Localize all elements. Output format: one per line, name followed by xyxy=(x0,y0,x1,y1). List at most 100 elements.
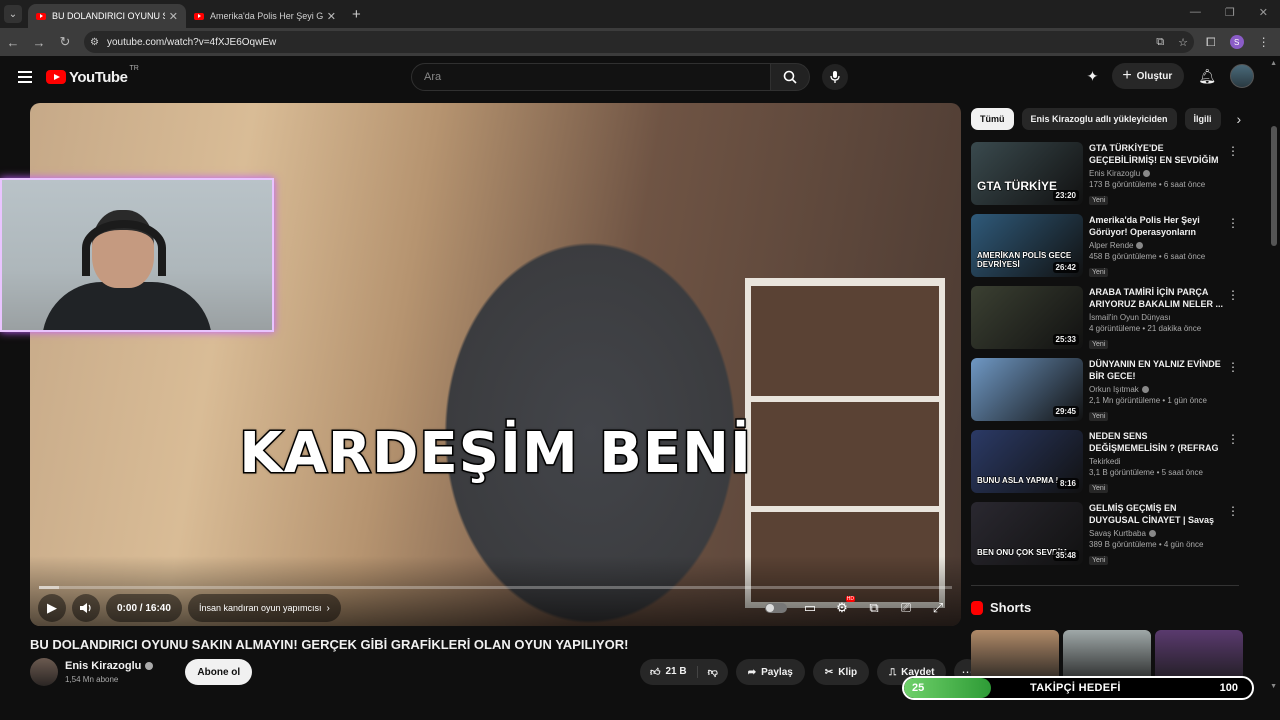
share-button[interactable]: ➦ Paylaş xyxy=(735,659,805,685)
clip-button[interactable]: ✂ Klip xyxy=(812,659,870,685)
chevron-right-icon[interactable]: › xyxy=(1237,111,1242,127)
recommendation-title[interactable]: GELMİŞ GEÇMİŞ EN DUYGUSAL CİNAYET | Sava… xyxy=(1089,502,1225,526)
subtitles-icon[interactable]: ▭ xyxy=(801,600,819,616)
clip-label: Klip xyxy=(838,666,858,678)
new-tab-button[interactable]: + xyxy=(352,6,361,23)
channel-name-text: Enis Kirazoglu xyxy=(65,660,142,672)
chevron-right-icon: › xyxy=(326,602,330,614)
scrollbar-thumb[interactable] xyxy=(1271,126,1277,246)
plus-icon: + xyxy=(1122,67,1132,84)
recommendation-channel[interactable]: Tekirkedi xyxy=(1089,457,1225,466)
search-button[interactable] xyxy=(770,63,810,91)
more-options-icon[interactable]: ⋮ xyxy=(1227,144,1239,158)
verified-check-icon xyxy=(1148,530,1156,537)
dislike-button[interactable]: 👎︎ xyxy=(698,666,728,678)
search-icon xyxy=(783,70,797,84)
chip-from-uploader[interactable]: Enis Kirazoglu adlı yükleyiciden xyxy=(1021,108,1177,130)
recommendation-item[interactable]: 25:33 ARABA TAMİRİ İÇİN PARÇA ARIYORUZ BA… xyxy=(971,286,1241,358)
recommendation-item[interactable]: GTA TÜRKİYE 23:20 GTA TÜRKİYE'DE GEÇEBİLİR… xyxy=(971,142,1241,214)
progress-bar[interactable] xyxy=(39,586,952,589)
more-options-icon[interactable]: ⋮ xyxy=(1227,432,1239,446)
channel-avatar[interactable] xyxy=(30,658,58,686)
browser-tab-2[interactable]: Amerika'da Polis Her Şeyi Görüyor! Opera… xyxy=(186,4,344,28)
scroll-up-icon[interactable]: ▲ xyxy=(1270,60,1277,67)
create-button[interactable]: + Oluştur xyxy=(1112,63,1185,89)
recommendation-channel[interactable]: Savaş Kurtbaba xyxy=(1089,529,1225,538)
back-icon[interactable]: ← xyxy=(0,35,26,50)
recommendation-channel[interactable]: İsmail'in Oyun Dünyası xyxy=(1089,313,1225,322)
forward-icon[interactable]: → xyxy=(26,35,52,50)
view-count-and-age: 4 görüntüleme • 21 dakika önce xyxy=(1089,324,1202,333)
notifications-bell-icon[interactable]: 🔔︎ xyxy=(1198,68,1216,85)
site-info-icon[interactable]: ⚙ xyxy=(90,37,99,48)
play-button[interactable]: ▶ xyxy=(38,594,66,622)
youtube-logo[interactable]: YouTube TR xyxy=(46,65,139,86)
recommendation-item[interactable]: BEN ONU ÇOK SEVDİM 35:48 GELMİŞ GEÇMİŞ EN … xyxy=(971,502,1241,574)
tab-search-button[interactable]: ⌄ xyxy=(4,5,22,23)
recommendation-title[interactable]: Amerika'da Polis Her Şeyi Görüyor! Opera… xyxy=(1089,214,1225,238)
cast-icon[interactable]: ⎚ xyxy=(897,600,915,616)
url-field[interactable]: ⚙ youtube.com/watch?v=4fXJE6OqwEw ⧉ ☆ xyxy=(84,31,1194,53)
user-avatar[interactable] xyxy=(1230,64,1254,88)
channel-name[interactable]: Enis Kirazoglu xyxy=(65,660,154,672)
recommendation-title[interactable]: ARABA TAMİRİ İÇİN PARÇA ARIYORUZ BAKALIM… xyxy=(1089,286,1225,310)
volume-button[interactable] xyxy=(72,594,100,622)
new-badge: Yeni xyxy=(1089,412,1109,421)
window-controls: — ❐ ✕ xyxy=(1190,6,1268,19)
verified-check-icon xyxy=(1136,242,1144,249)
premium-icon[interactable]: ✦ xyxy=(1087,68,1099,85)
recommendation-channel[interactable]: Alper Rende xyxy=(1089,241,1225,250)
close-window-icon[interactable]: ✕ xyxy=(1259,6,1268,19)
subscribe-button[interactable]: Abone ol xyxy=(185,659,253,685)
recommendation-item[interactable]: 29:45 DÜNYANIN EN YALNIZ EVİNDE BİR GECE!… xyxy=(971,358,1241,430)
extensions-icon[interactable]: ⧠ xyxy=(1206,35,1216,50)
miniplayer-icon[interactable]: ⧉ xyxy=(865,600,883,616)
bookmark-star-icon[interactable]: ☆ xyxy=(1178,36,1188,49)
fullscreen-icon[interactable]: ⤢ xyxy=(929,600,947,616)
video-thumbnail[interactable]: AMERİKAN POLİS GECE DEVRİYESİ 26:42 xyxy=(971,214,1083,277)
recommendation-channel[interactable]: Orkun Işıtmak xyxy=(1089,385,1225,394)
thumbnail-text: GTA TÜRKİYE xyxy=(977,179,1058,194)
reload-icon[interactable]: ↻ xyxy=(52,34,78,50)
video-thumbnail[interactable]: BEN ONU ÇOK SEVDİM 35:48 xyxy=(971,502,1083,565)
recommendation-channel[interactable]: Enis Kirazoglu xyxy=(1089,169,1225,178)
like-button[interactable]: 👍︎ 21 B xyxy=(640,666,698,678)
video-thumbnail[interactable]: 25:33 xyxy=(971,286,1083,349)
hamburger-menu-icon[interactable] xyxy=(18,71,32,83)
page-scrollbar[interactable]: ▲ ▼ xyxy=(1268,56,1280,720)
browser-tab-1[interactable]: BU DOLANDIRICI OYUNU SAKIN ALMAYIN! ✕ xyxy=(28,4,186,28)
browser-menu-icon[interactable]: ⋮ xyxy=(1258,35,1270,49)
recommendation-title[interactable]: DÜNYANIN EN YALNIZ EVİNDE BİR GECE! xyxy=(1089,358,1225,382)
volume-icon xyxy=(80,603,91,613)
close-tab-icon[interactable]: ✕ xyxy=(169,10,178,23)
chip-related[interactable]: İlgili xyxy=(1184,108,1221,130)
autoplay-toggle[interactable] xyxy=(765,603,787,613)
more-options-icon[interactable]: ⋮ xyxy=(1227,216,1239,230)
video-thumbnail[interactable]: BUNU ASLA YAPMA ! 8:16 xyxy=(971,430,1083,493)
search-input[interactable]: Ara xyxy=(411,63,771,91)
close-tab-icon[interactable]: ✕ xyxy=(327,10,336,23)
profile-avatar[interactable]: S xyxy=(1229,35,1244,49)
voice-search-button[interactable] xyxy=(822,64,848,90)
recommendation-item[interactable]: AMERİKAN POLİS GECE DEVRİYESİ 26:42 Amerik… xyxy=(971,214,1241,286)
channel-name-text: Orkun Işıtmak xyxy=(1089,385,1139,394)
recommendation-title[interactable]: GTA TÜRKİYE'DE GEÇEBİLİRMİŞ! EN SEVDİĞİM… xyxy=(1089,142,1225,166)
maximize-icon[interactable]: ❐ xyxy=(1225,6,1235,19)
video-thumbnail[interactable]: GTA TÜRKİYE 23:20 xyxy=(971,142,1083,205)
scroll-down-icon[interactable]: ▼ xyxy=(1270,683,1277,690)
video-thumbnail[interactable]: 29:45 xyxy=(971,358,1083,421)
channel-name-text: Enis Kirazoglu xyxy=(1089,169,1141,178)
install-app-icon[interactable]: ⧉ xyxy=(1156,36,1164,49)
more-options-icon[interactable]: ⋮ xyxy=(1227,504,1239,518)
more-options-icon[interactable]: ⋮ xyxy=(1227,288,1239,302)
bookmark-icon: ⎍ xyxy=(889,666,897,678)
more-options-icon[interactable]: ⋮ xyxy=(1227,360,1239,374)
recommendation-item[interactable]: BUNU ASLA YAPMA ! 8:16 NEDEN SENS DEĞİŞMEM… xyxy=(971,430,1241,502)
chip-all[interactable]: Tümü xyxy=(971,108,1014,130)
share-icon: ➦ xyxy=(747,666,757,678)
chapter-button[interactable]: İnsan kandıran oyun yapımcısı › xyxy=(187,594,341,622)
minimize-icon[interactable]: — xyxy=(1190,6,1201,19)
settings-gear-icon[interactable]: ⚙ HD xyxy=(833,596,855,616)
new-badge: Yeni xyxy=(1089,196,1109,205)
recommendation-title[interactable]: NEDEN SENS DEĞİŞMEMELİSİN ? (REFRAG 2. H… xyxy=(1089,430,1225,454)
